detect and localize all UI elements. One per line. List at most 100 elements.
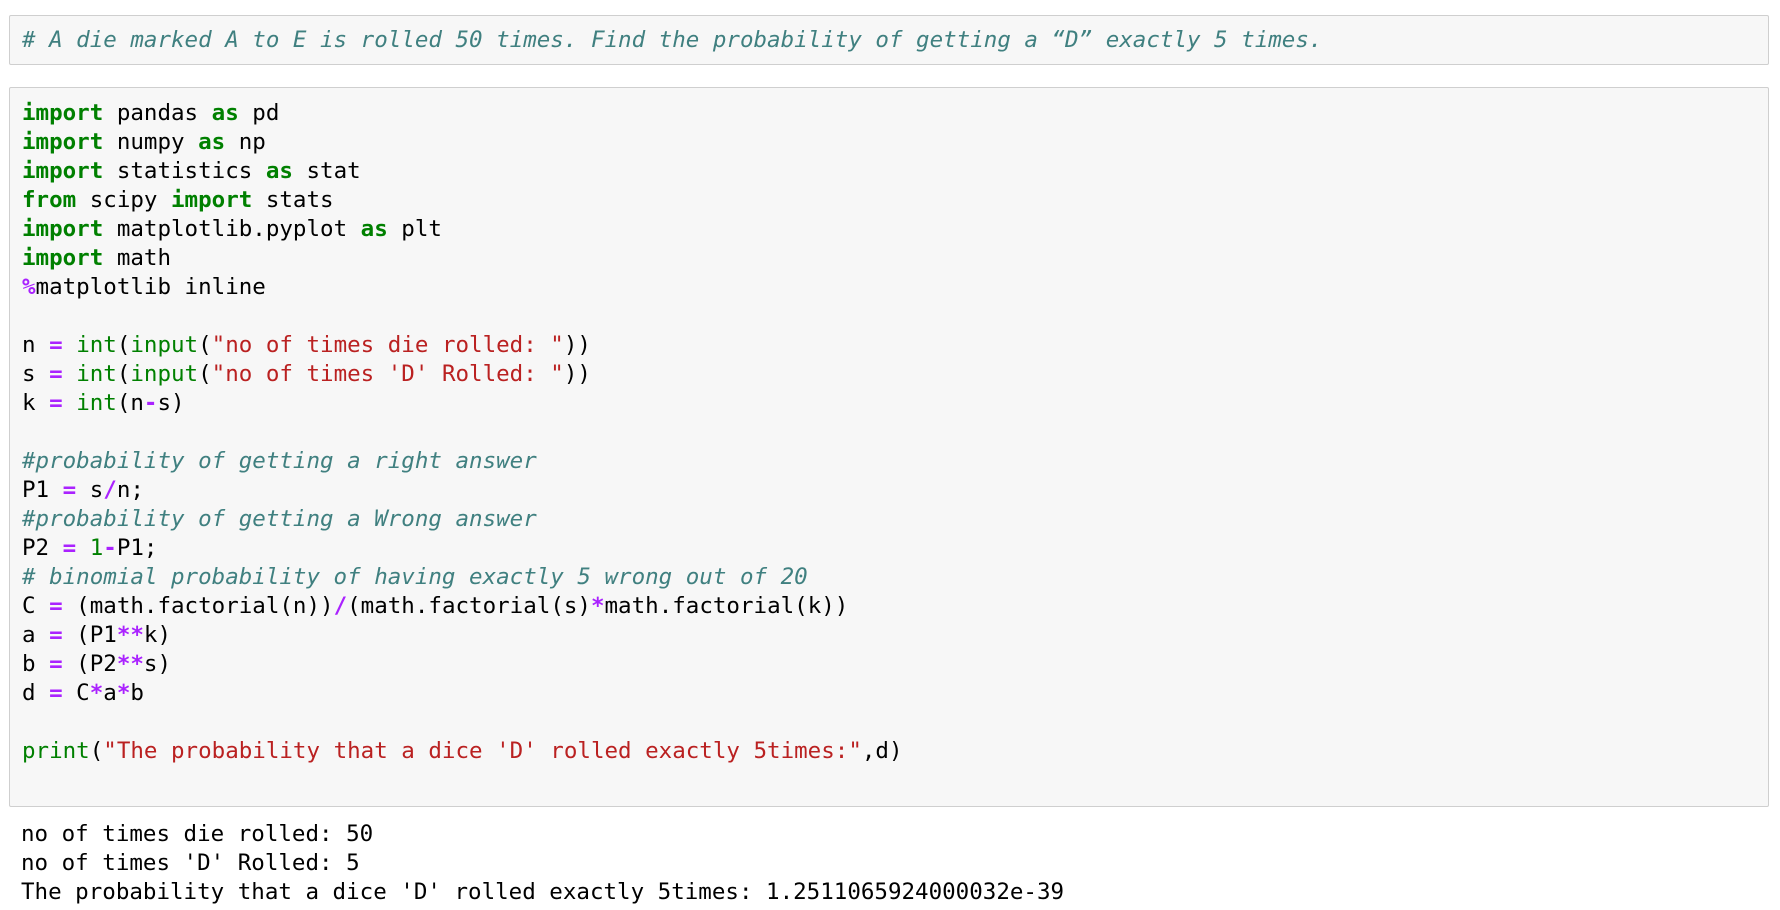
code-token: s) [143,651,172,677]
output-line: no of times die rolled: 50 [21,821,374,847]
code-line: d = C*a*b [22,679,144,708]
code-token: (P2 [62,651,117,677]
code-line: a = (P1**k) [22,621,171,650]
code-token: "The probability that a dice 'D' rolled … [103,738,862,764]
code-token: s) [157,390,185,416]
code-token: C [62,680,90,706]
code-token: print [22,738,90,764]
code-line: C = (math.factorial(n))/(math.factorial(… [22,592,848,621]
code-token: np [225,129,266,155]
code-token: P2 [22,535,63,561]
code-line: import matplotlib.pyplot as plt [22,215,442,244]
code-token: k) [143,622,172,648]
code-token: matplotlib inline [35,274,266,300]
code-token: numpy [103,129,199,155]
markdown-comment-text: # A die marked A to E is rolled 50 times… [22,27,1323,53]
code-token: * [590,593,605,619]
code-token: int [76,390,117,416]
code-token: stat [292,158,361,184]
code-token: = [62,477,77,503]
code-token: ( [198,332,212,358]
code-token: = [62,535,77,561]
code-token: = [49,390,63,416]
code-token: P1; [116,535,158,561]
code-token: stats [252,187,334,213]
code-token: ( [116,361,131,387]
code-token: # binomial probability of having exactly… [22,564,808,590]
code-line: P2 = 1-P1; [22,534,157,563]
code-line: %matplotlib inline [22,273,266,302]
code-line: n = int(input("no of times die rolled: "… [22,331,591,360]
code-token: s [22,361,50,387]
code-token: import [22,245,104,271]
code-token: (n [116,390,144,416]
code-line: k = int(n-s) [22,389,185,418]
code-token: b [22,651,50,677]
code-line: b = (P2**s) [22,650,171,679]
code-token: int [76,332,117,358]
code-line: P1 = s/n; [22,476,144,505]
code-token: ( [89,738,104,764]
code-token: ,d) [861,738,903,764]
code-token: n; [116,477,144,503]
code-token: * [116,680,131,706]
code-token: pd [238,100,280,126]
code-token: math [103,245,172,271]
code-token: k [22,390,50,416]
code-token: 1 [89,535,104,561]
output-line: The probability that a dice 'D' rolled e… [21,879,1065,905]
code-token: * [89,680,104,706]
code-line: import pandas as pd [22,99,279,128]
code-token: - [103,535,117,561]
code-token: import [22,129,104,155]
code-token: as [360,216,388,242]
code-line: #probability of getting a Wrong answer [22,505,537,534]
code-token: s [76,477,104,503]
code-cell-editor[interactable]: import pandas as pd import numpy as np imp… [9,87,1769,807]
code-token: ** [116,651,144,677]
code-token: plt [387,216,442,242]
code-token: from [22,187,77,213]
code-token: )) [563,332,591,358]
code-token: input [130,361,199,387]
code-token: P1 [22,477,63,503]
code-token: as [265,158,293,184]
code-token: pandas [103,100,212,126]
code-line: print("The probability that a dice 'D' r… [22,737,903,766]
code-token: #probability of getting a Wrong answer [22,506,537,532]
code-token: ( [116,332,131,358]
code-token: input [130,332,199,358]
code-token: statistics [103,158,266,184]
code-token: n [22,332,50,358]
code-token: - [143,390,158,416]
code-line: s = int(input("no of times 'D' Rolled: "… [22,360,591,389]
code-token: #probability of getting a right answer [22,448,537,474]
code-token: = [49,622,63,648]
code-token: int [76,361,117,387]
code-token: % [22,274,36,300]
code-token: C [22,593,50,619]
code-token: = [49,361,63,387]
code-token: import [22,100,104,126]
code-token: a [103,680,117,706]
code-token: scipy [76,187,172,213]
code-token: d [22,680,50,706]
output-line: no of times 'D' Rolled: 5 [21,850,360,876]
code-token: as [198,129,226,155]
code-token: b [130,680,144,706]
code-token: import [171,187,253,213]
code-token: math.factorial(k)) [604,593,849,619]
code-token: a [22,622,50,648]
code-line: from scipy import stats [22,186,334,215]
code-token: = [49,593,63,619]
code-token: (P1 [62,622,117,648]
code-line: # binomial probability of having exactly… [22,563,808,592]
code-token: ( [198,361,212,387]
code-token: "no of times 'D' Rolled: " [211,361,564,387]
code-token: = [49,332,63,358]
code-token: = [49,680,63,706]
code-line: import numpy as np [22,128,266,157]
markdown-cell[interactable]: # A die marked A to E is rolled 50 times… [9,15,1769,65]
